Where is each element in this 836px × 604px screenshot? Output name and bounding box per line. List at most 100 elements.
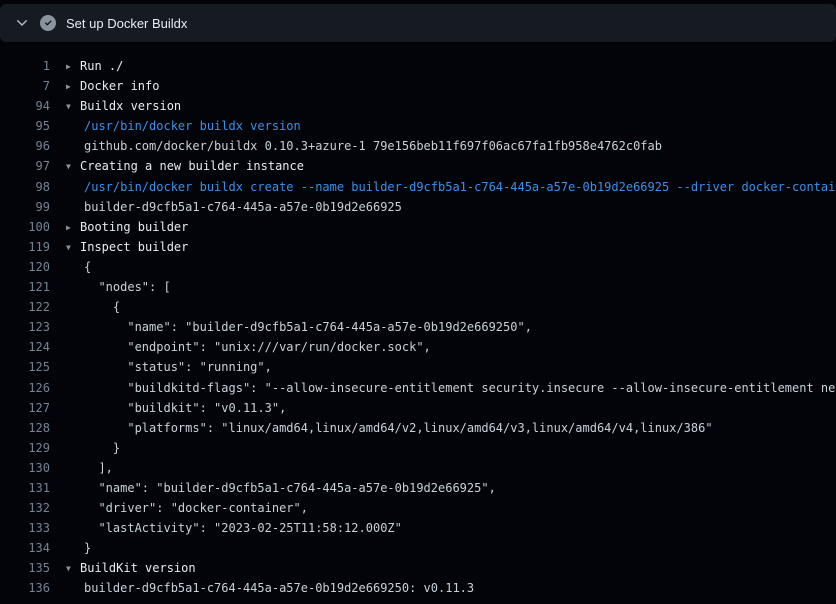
- log-text: "driver": "docker-container",: [66, 498, 308, 518]
- log-text: "buildkit": "v0.11.3",: [66, 398, 286, 418]
- line-number[interactable]: 120: [0, 257, 50, 277]
- check-circle-icon: [40, 15, 56, 31]
- log-group-line[interactable]: 119 ▼Inspect builder: [0, 237, 836, 257]
- log-line: 133 "lastActivity": "2023-02-25T11:58:12…: [0, 518, 836, 538]
- group-label: Run ./: [80, 59, 123, 73]
- line-number[interactable]: 127: [0, 398, 50, 418]
- log-line: 124 "endpoint": "unix:///var/run/docker.…: [0, 337, 836, 357]
- line-number[interactable]: 1: [0, 56, 50, 76]
- group-header[interactable]: ▶Run ./: [66, 56, 123, 76]
- line-number[interactable]: 136: [0, 578, 50, 598]
- group-header[interactable]: ▼BuildKit version: [66, 558, 196, 578]
- step-header[interactable]: Set up Docker Buildx: [0, 4, 836, 42]
- line-number[interactable]: 7: [0, 76, 50, 96]
- step-title: Set up Docker Buildx: [66, 16, 187, 31]
- line-number[interactable]: 129: [0, 438, 50, 458]
- log-line: 123 "name": "builder-d9cfb5a1-c764-445a-…: [0, 317, 836, 337]
- log-text: ],: [66, 458, 113, 478]
- group-header[interactable]: ▶Docker info: [66, 76, 159, 96]
- group-label: Booting builder: [80, 220, 188, 234]
- line-number[interactable]: 123: [0, 317, 50, 337]
- log-line: 131 "name": "builder-d9cfb5a1-c764-445a-…: [0, 478, 836, 498]
- log-text: "platforms": "linux/amd64,linux/amd64/v2…: [66, 418, 713, 438]
- triangle-right-icon[interactable]: ▶: [66, 218, 80, 238]
- log-group-line[interactable]: 135 ▼BuildKit version: [0, 558, 836, 578]
- log-text: "buildkitd-flags": "--allow-insecure-ent…: [66, 378, 836, 398]
- log-group-line[interactable]: 7 ▶Docker info: [0, 76, 836, 96]
- log-text: }: [66, 438, 120, 458]
- log-line: 136 builder-d9cfb5a1-c764-445a-a57e-0b19d…: [0, 578, 836, 598]
- group-label: Creating a new builder instance: [80, 159, 304, 173]
- log-group-line[interactable]: 1 ▶Run ./: [0, 56, 836, 76]
- chevron-down-icon[interactable]: [14, 15, 30, 31]
- log-group-line[interactable]: 97 ▼Creating a new builder instance: [0, 156, 836, 176]
- log-line: 120 {: [0, 257, 836, 277]
- line-number[interactable]: 99: [0, 197, 50, 217]
- triangle-right-icon[interactable]: ▶: [66, 57, 80, 77]
- group-label: Inspect builder: [80, 240, 188, 254]
- line-number[interactable]: 130: [0, 458, 50, 478]
- log-text: "nodes": [: [66, 277, 171, 297]
- line-number[interactable]: 124: [0, 337, 50, 357]
- line-number[interactable]: 135: [0, 558, 50, 578]
- line-number[interactable]: 97: [0, 156, 50, 176]
- log-line: 127 "buildkit": "v0.11.3",: [0, 398, 836, 418]
- log-text: builder-d9cfb5a1-c764-445a-a57e-0b19d2e6…: [66, 578, 474, 598]
- log-text: "name": "builder-d9cfb5a1-c764-445a-a57e…: [66, 478, 496, 498]
- log-line: 121 "nodes": [: [0, 277, 836, 297]
- log-line: 128 "platforms": "linux/amd64,linux/amd6…: [0, 418, 836, 438]
- log-line: 132 "driver": "docker-container",: [0, 498, 836, 518]
- line-number[interactable]: 121: [0, 277, 50, 297]
- line-number[interactable]: 134: [0, 538, 50, 558]
- log-text: {: [66, 297, 120, 317]
- log-line: 95/usr/bin/docker buildx version: [0, 116, 836, 136]
- log-text: "lastActivity": "2023-02-25T11:58:12.000…: [66, 518, 402, 538]
- log-line: 130 ],: [0, 458, 836, 478]
- log-line: 99 builder-d9cfb5a1-c764-445a-a57e-0b19d2…: [0, 197, 836, 217]
- log-line: 125 "status": "running",: [0, 357, 836, 377]
- group-label: Docker info: [80, 79, 159, 93]
- line-number[interactable]: 133: [0, 518, 50, 538]
- log-text: "status": "running",: [66, 357, 272, 377]
- triangle-down-icon[interactable]: ▼: [66, 559, 80, 579]
- line-number[interactable]: 94: [0, 96, 50, 116]
- triangle-down-icon[interactable]: ▼: [66, 157, 80, 177]
- log-text: "endpoint": "unix:///var/run/docker.sock…: [66, 337, 431, 357]
- log-line: 134}: [0, 538, 836, 558]
- log-line: 96 github.com/docker/buildx 0.10.3+azure-…: [0, 136, 836, 156]
- line-number[interactable]: 95: [0, 116, 50, 136]
- log-group-line[interactable]: 94 ▼Buildx version: [0, 96, 836, 116]
- log-line: 126 "buildkitd-flags": "--allow-insecure…: [0, 378, 836, 398]
- group-header[interactable]: ▼Creating a new builder instance: [66, 156, 304, 176]
- log-text: "name": "builder-d9cfb5a1-c764-445a-a57e…: [66, 317, 532, 337]
- line-number[interactable]: 100: [0, 217, 50, 237]
- line-number[interactable]: 125: [0, 357, 50, 377]
- log-text: {: [66, 257, 91, 277]
- group-header[interactable]: ▶Booting builder: [66, 217, 188, 237]
- log-line: 129 }: [0, 438, 836, 458]
- line-number[interactable]: 122: [0, 297, 50, 317]
- triangle-down-icon[interactable]: ▼: [66, 238, 80, 258]
- line-number[interactable]: 119: [0, 237, 50, 257]
- line-number[interactable]: 131: [0, 478, 50, 498]
- log-group-line[interactable]: 100 ▶Booting builder: [0, 217, 836, 237]
- log-text: builder-d9cfb5a1-c764-445a-a57e-0b19d2e6…: [66, 197, 402, 217]
- log-line: 98/usr/bin/docker buildx create --name b…: [0, 177, 836, 197]
- line-number[interactable]: 132: [0, 498, 50, 518]
- line-number[interactable]: 128: [0, 418, 50, 438]
- log-text: }: [66, 538, 91, 558]
- line-number[interactable]: 126: [0, 378, 50, 398]
- log-line: 122 {: [0, 297, 836, 317]
- group-label: BuildKit version: [80, 561, 196, 575]
- group-header[interactable]: ▼Buildx version: [66, 96, 181, 116]
- group-header[interactable]: ▼Inspect builder: [66, 237, 188, 257]
- log-viewer: 1▶Run ./7▶Docker info94▼Buildx version95…: [0, 56, 836, 599]
- group-label: Buildx version: [80, 99, 181, 113]
- line-number[interactable]: 96: [0, 136, 50, 156]
- log-text: github.com/docker/buildx 0.10.3+azure-1 …: [66, 136, 662, 156]
- triangle-down-icon[interactable]: ▼: [66, 97, 80, 117]
- line-number[interactable]: 98: [0, 177, 50, 197]
- log-text: /usr/bin/docker buildx version: [66, 116, 301, 136]
- triangle-right-icon[interactable]: ▶: [66, 77, 80, 97]
- log-text: /usr/bin/docker buildx create --name bui…: [66, 177, 836, 197]
